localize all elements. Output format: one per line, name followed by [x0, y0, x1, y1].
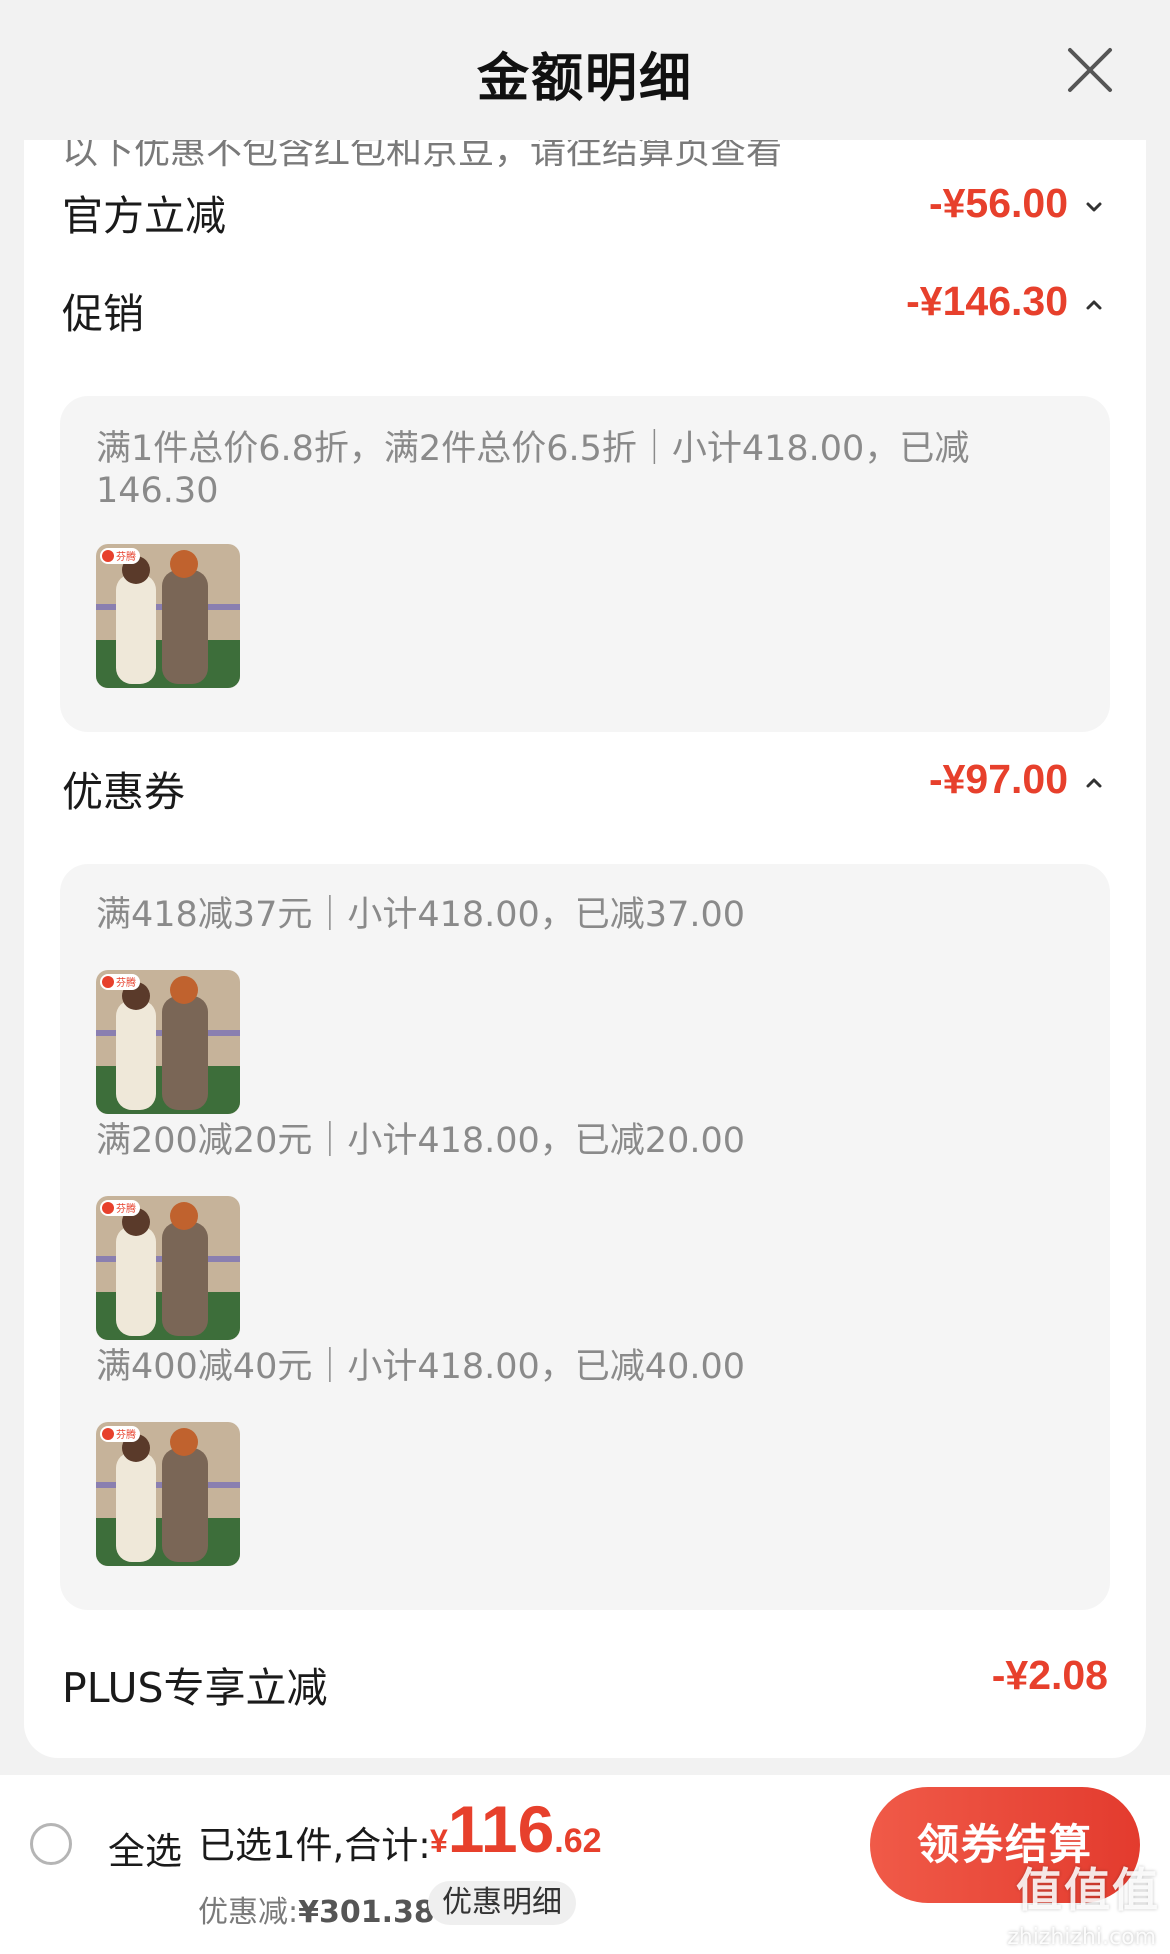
discount-value: ¥301.38: [298, 1895, 435, 1930]
row-promotion[interactable]: 促销 -¥146.30: [24, 270, 1146, 350]
row-coupon[interactable]: 优惠券 -¥97.00: [24, 748, 1146, 828]
row-amount: -¥146.30: [906, 278, 1068, 324]
brand-text: 芬腾: [116, 1202, 136, 1215]
row-amount: -¥97.00: [928, 756, 1068, 802]
total-price: ¥116.62: [430, 1791, 602, 1867]
product-thumbnail[interactable]: 芬腾: [96, 970, 240, 1114]
row-plus-discount: PLUS专享立减 -¥2.08: [24, 1644, 1146, 1724]
page-title: 金额明细: [476, 49, 693, 109]
coupon-detail-box: 满418减37元｜小计418.00，已减37.00 芬腾 满200减20元｜小计…: [60, 864, 1110, 1610]
chevron-up-icon[interactable]: [1082, 770, 1106, 794]
product-image: 芬腾: [96, 1196, 240, 1340]
watermark-url: zhizhizhi.com: [1007, 1925, 1156, 1950]
row-label: 官方立减: [62, 192, 226, 240]
row-label: 优惠券: [62, 768, 185, 816]
row-label: 促销: [62, 290, 144, 338]
discount-detail-button[interactable]: 优惠明细: [428, 1881, 576, 1925]
select-all-radio[interactable]: [30, 1823, 72, 1865]
discount-summary: 优惠减:¥301.38: [198, 1887, 435, 1931]
total-decimal: .62: [554, 1822, 602, 1860]
brand-text: 芬腾: [116, 976, 136, 989]
chevron-down-icon[interactable]: [1082, 194, 1106, 218]
product-thumbnail[interactable]: 芬腾: [96, 1422, 240, 1566]
row-label: PLUS专享立减: [62, 1664, 328, 1712]
row-official-discount[interactable]: 官方立减 -¥56.00: [24, 172, 1146, 252]
row-amount: -¥56.00: [928, 180, 1068, 226]
brand-text: 芬腾: [116, 1428, 136, 1441]
coupon-desc: 满400减40元｜小计418.00，已减40.00: [96, 1347, 746, 1387]
summary-label: 已选1件,合计:: [198, 1824, 431, 1867]
close-icon[interactable]: [1062, 42, 1118, 98]
product-image: 芬腾: [96, 970, 240, 1114]
brand-text: 芬腾: [116, 550, 136, 563]
total-currency: ¥: [430, 1823, 448, 1859]
watermark-logo: 值值值: [1016, 1863, 1160, 1917]
coupon-desc: 满418减37元｜小计418.00，已减37.00: [96, 895, 746, 935]
coupon-desc: 满200减20元｜小计418.00，已减20.00: [96, 1121, 746, 1161]
product-thumbnail[interactable]: 芬腾: [96, 544, 240, 688]
promotion-detail-box: 满1件总价6.8折，满2件总价6.5折｜小计418.00，已减146.30 芬腾: [60, 396, 1110, 732]
product-image: 芬腾: [96, 544, 240, 688]
checkout-bar: 全选 已选1件,合计: ¥116.62 优惠减:¥301.38 优惠明细 领券结…: [0, 1775, 1170, 1954]
product-image: 芬腾: [96, 1422, 240, 1566]
total-integer: 116: [447, 1792, 555, 1866]
product-thumbnail[interactable]: 芬腾: [96, 1196, 240, 1340]
sheet-header: 金额明细: [0, 0, 1170, 140]
chevron-up-icon[interactable]: [1082, 292, 1106, 316]
amount-detail-sheet: 以下优惠不包含红包和京豆，请往结算页查看 官方立减 -¥56.00 促销 -¥1…: [0, 0, 1170, 1775]
detail-card: 以下优惠不包含红包和京豆，请往结算页查看 官方立减 -¥56.00 促销 -¥1…: [24, 140, 1146, 1758]
discount-label: 优惠减:: [198, 1895, 299, 1930]
promotion-desc: 满1件总价6.8折，满2件总价6.5折｜小计418.00，已减146.30: [96, 429, 970, 511]
notice-text: 以下优惠不包含红包和京豆，请往结算页查看: [62, 140, 783, 172]
row-amount: -¥2.08: [991, 1652, 1108, 1698]
select-all-label[interactable]: 全选: [108, 1821, 182, 1875]
